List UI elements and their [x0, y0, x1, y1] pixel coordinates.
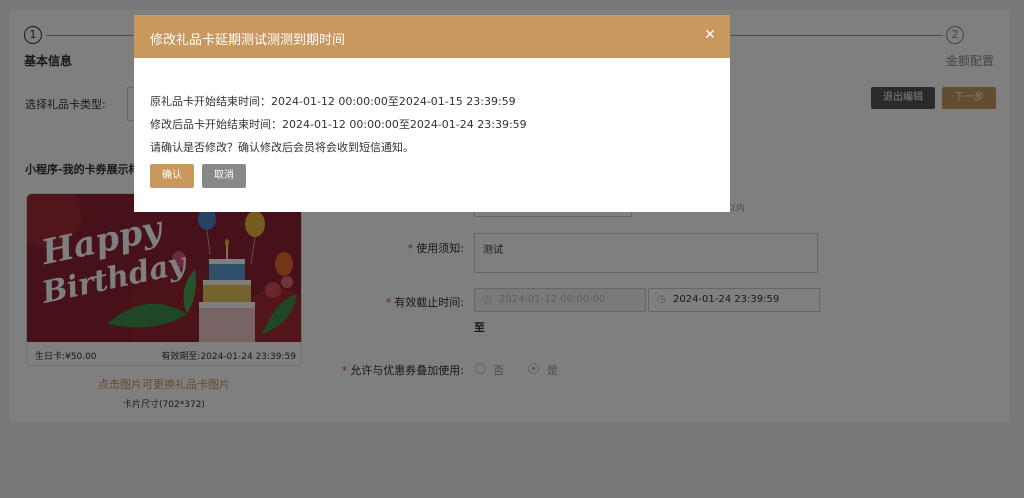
close-icon[interactable]: ✕ [702, 28, 718, 44]
confirm-button[interactable]: 确认 [150, 164, 194, 188]
confirm-modal: 修改礼品卡延期测试测测到期时间 ✕ 原礼品卡开始结束时间：2024-01-12 … [134, 15, 730, 212]
modified-time-line: 修改后品卡开始结束时间：2024-01-12 00:00:00至2024-01-… [150, 118, 527, 131]
cancel-button[interactable]: 取消 [202, 164, 246, 188]
original-time-line: 原礼品卡开始结束时间：2024-01-12 00:00:00至2024-01-1… [150, 95, 516, 108]
confirm-prompt: 请确认是否修改？确认修改后会员将会收到短信通知。 [150, 141, 414, 154]
modal-header: 修改礼品卡延期测试测测到期时间 ✕ [134, 15, 730, 58]
modal-title: 修改礼品卡延期测试测测到期时间 [150, 33, 346, 48]
